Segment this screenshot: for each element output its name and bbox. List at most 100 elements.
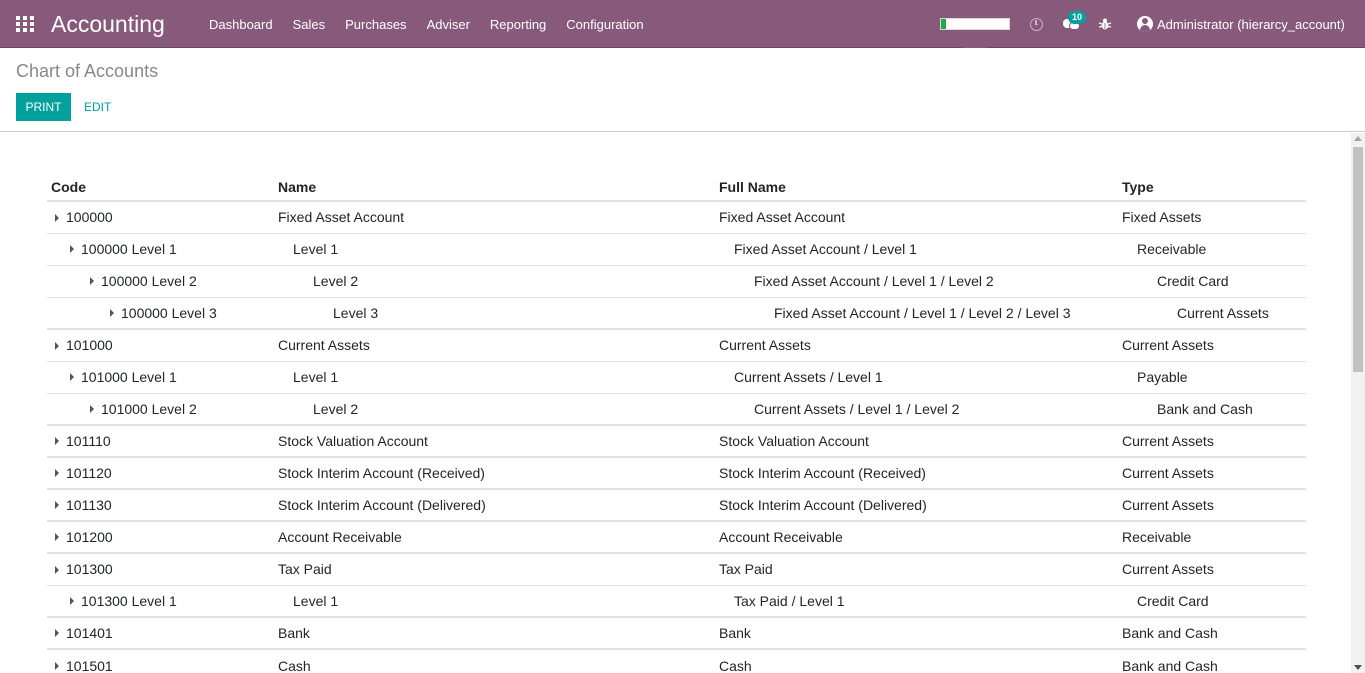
cell-code[interactable]: 101110 — [47, 424, 274, 457]
expand-caret-icon[interactable] — [55, 469, 59, 478]
cell-text: Current Assets — [1122, 497, 1214, 513]
cell-type: Bank and Cash — [1118, 392, 1306, 425]
user-menu[interactable]: Administrator (hierarcy_account) — [1137, 16, 1345, 32]
table-row[interactable]: 101300 Tax Paid Tax Paid Current Assets — [47, 552, 1306, 585]
cell-text: Tax Paid — [719, 561, 773, 578]
cell-type: Current Assets — [1118, 296, 1306, 329]
table-row[interactable]: 101200 Account Receivable Account Receivab… — [47, 520, 1306, 553]
cell-text: Payable — [1137, 369, 1188, 385]
cell-name: Cash — [274, 648, 715, 673]
table-row[interactable]: 101000 Level 2 Level 2 Current Assets / Le… — [47, 392, 1306, 425]
cell-name: Stock Interim Account (Delivered) — [274, 488, 715, 521]
cell-text: Level 2 — [313, 273, 359, 289]
cell-name: Bank — [274, 616, 715, 649]
scroll-thumb[interactable] — [1353, 147, 1363, 372]
expand-caret-icon[interactable] — [55, 437, 59, 446]
cell-code[interactable]: 101300 — [47, 552, 274, 585]
table-row[interactable]: 100000 Fixed Asset Account Fixed Asset Acc… — [47, 200, 1306, 233]
cell-code[interactable]: 100000 — [47, 200, 274, 233]
cell-code[interactable]: 101000 Level 2 — [47, 392, 274, 425]
table-row[interactable]: 100000 Level 2 Level 2 Fixed Asset Account… — [47, 264, 1306, 297]
menu-adviser[interactable]: Adviser — [417, 0, 480, 48]
menu-purchases[interactable]: Purchases — [335, 0, 416, 48]
vertical-scrollbar[interactable] — [1351, 133, 1365, 673]
cell-full-name: Fixed Asset Account / Level 1 / Level 2 — [715, 264, 1118, 297]
cell-text: Bank and Cash — [1122, 625, 1218, 641]
cell-text: 101130 — [66, 497, 112, 513]
expand-caret-icon[interactable] — [70, 373, 74, 382]
table-row[interactable]: 101110 Stock Valuation Account Stock Valua… — [47, 424, 1306, 457]
table-row[interactable]: 101000 Current Assets Current Assets Curren… — [47, 328, 1306, 361]
expand-caret-icon[interactable] — [55, 213, 59, 222]
expand-caret-icon[interactable] — [90, 405, 94, 414]
cell-text: Bank and Cash — [1157, 400, 1253, 417]
menu-reporting[interactable]: Reporting — [480, 0, 556, 48]
scroll-up-arrow-icon[interactable] — [1354, 136, 1362, 141]
table-row[interactable]: 101401 Bank Bank Bank and Cash — [47, 616, 1306, 649]
table-row[interactable]: 100000 Level 3 Level 3 Fixed Asset Account… — [47, 296, 1306, 329]
activity-clock-icon[interactable] — [1030, 18, 1043, 31]
expand-caret-icon[interactable] — [110, 309, 114, 318]
cell-full-name: Current Assets — [715, 328, 1118, 361]
table-row[interactable]: 101000 Level 1 Level 1 Current Assets / Le… — [47, 360, 1306, 393]
cell-name: Level 2 — [274, 264, 715, 297]
expand-caret-icon[interactable] — [55, 341, 59, 350]
cell-text: Fixed Asset Account — [278, 209, 405, 226]
cell-type: Current Assets — [1118, 328, 1306, 361]
cell-text: Level 2 — [313, 400, 359, 417]
cell-code[interactable]: 100000 Level 2 — [47, 264, 274, 297]
cell-text: 101000 — [66, 337, 113, 354]
expand-caret-icon[interactable] — [55, 629, 59, 638]
cell-text: Fixed Assets — [1122, 209, 1202, 226]
app-title[interactable]: Accounting — [51, 11, 165, 38]
apps-menu-icon[interactable] — [16, 16, 34, 32]
cell-name: Level 1 — [274, 232, 715, 265]
progress-fill — [941, 19, 947, 29]
cell-text: Receivable — [1137, 241, 1207, 257]
cell-full-name: Bank — [715, 616, 1118, 649]
cell-name: Level 3 — [274, 296, 715, 329]
print-button[interactable]: PRINT — [16, 93, 71, 121]
user-avatar-icon — [1137, 16, 1153, 32]
cell-text: 100000 Level 3 — [121, 304, 217, 321]
table-header-row: Code Name Full Name Type — [47, 173, 1306, 201]
cell-full-name: Fixed Asset Account / Level 1 — [715, 232, 1118, 265]
scroll-down-arrow-icon[interactable] — [1354, 665, 1362, 670]
cell-code[interactable]: 101200 — [47, 520, 274, 553]
menu-dashboard[interactable]: Dashboard — [199, 0, 283, 48]
table-row[interactable]: 100000 Level 1 Level 1 Fixed Asset Account… — [47, 232, 1306, 265]
expand-caret-icon[interactable] — [70, 597, 74, 606]
cell-code[interactable]: 101401 — [47, 616, 274, 649]
expand-caret-icon[interactable] — [90, 277, 94, 286]
edit-button[interactable]: EDIT — [74, 93, 121, 121]
cell-name: Level 1 — [274, 360, 715, 393]
cell-full-name: Current Assets / Level 1 / Level 2 — [715, 392, 1118, 425]
table-row[interactable]: 101300 Level 1 Level 1 Tax Paid / Level 1 C… — [47, 584, 1306, 617]
cell-code[interactable]: 100000 Level 3 — [47, 296, 274, 329]
expand-caret-icon[interactable] — [55, 565, 59, 574]
cell-type: Payable — [1118, 360, 1306, 393]
table-row[interactable]: 101130 Stock Interim Account (Delivered) S… — [47, 488, 1306, 521]
expand-caret-icon[interactable] — [55, 661, 59, 670]
expand-caret-icon[interactable] — [55, 501, 59, 510]
cell-code[interactable]: 101501 — [47, 648, 274, 673]
user-name: Administrator (hierarcy_account) — [1157, 16, 1345, 32]
debug-bug-icon[interactable] — [1098, 17, 1112, 31]
expand-caret-icon[interactable] — [70, 245, 74, 254]
cell-name: Tax Paid — [274, 552, 715, 585]
cell-text: 101300 Level 1 — [81, 592, 177, 609]
menu-sales[interactable]: Sales — [283, 0, 336, 48]
menu-configuration[interactable]: Configuration — [556, 0, 653, 48]
cell-code[interactable]: 101130 — [47, 488, 274, 521]
expand-caret-icon[interactable] — [55, 533, 59, 542]
cell-code[interactable]: 101000 — [47, 328, 274, 361]
table-row[interactable]: 101501 Cash Cash Bank and Cash — [47, 648, 1306, 673]
breadcrumb-title: Chart of Accounts — [16, 61, 159, 81]
cell-text: Cash — [719, 657, 752, 673]
table-row[interactable]: 101120 Stock Interim Account (Received) St… — [47, 456, 1306, 489]
cell-code[interactable]: 101300 Level 1 — [47, 584, 274, 617]
cell-code[interactable]: 101120 — [47, 456, 274, 489]
cell-code[interactable]: 101000 Level 1 — [47, 360, 274, 393]
cell-full-name: Stock Interim Account (Delivered) — [715, 488, 1118, 521]
cell-code[interactable]: 100000 Level 1 — [47, 232, 274, 265]
